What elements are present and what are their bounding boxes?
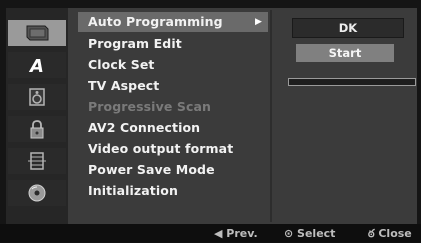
menu-item-video-output-format[interactable]: Video output format — [78, 139, 268, 159]
osd-screen: A Auto Programming ▶ Program Edit Clock … — [0, 0, 421, 242]
menu-item-label: Auto Programming — [88, 14, 223, 29]
hint-close: ఠ Close — [368, 227, 412, 240]
menu-item-label: Initialization — [88, 183, 178, 198]
menu-item-program-edit[interactable]: Program Edit — [78, 34, 268, 54]
menu-item-clock-set[interactable]: Clock Set — [78, 55, 268, 75]
value-box[interactable]: DK — [292, 18, 404, 38]
film-icon — [28, 152, 46, 170]
sidebar-item-language[interactable]: A — [8, 52, 66, 78]
sidebar-item-disc[interactable] — [8, 180, 66, 206]
disc-tray-icon — [26, 25, 49, 41]
menu-item-label: Clock Set — [88, 57, 155, 72]
menu-item-label: Power Save Mode — [88, 162, 215, 177]
disc-icon — [28, 184, 46, 202]
start-button[interactable]: Start — [296, 44, 394, 62]
hint-prev: ◀ Prev. — [214, 227, 258, 240]
settings-menu: Auto Programming ▶ Program Edit Clock Se… — [78, 10, 268, 222]
menu-item-progressive-scan: Progressive Scan — [78, 97, 268, 117]
sidebar-item-lock[interactable] — [8, 116, 66, 142]
sidebar-item-general[interactable] — [8, 20, 66, 46]
menu-item-label: TV Aspect — [88, 78, 160, 93]
menu-item-label: Video output format — [88, 141, 234, 156]
menu-item-initialization[interactable]: Initialization — [78, 181, 268, 201]
menu-item-label: Progressive Scan — [88, 99, 211, 114]
menu-item-power-save-mode[interactable]: Power Save Mode — [78, 160, 268, 180]
menu-item-label: Program Edit — [88, 36, 182, 51]
menu-item-auto-programming[interactable]: Auto Programming ▶ — [78, 12, 268, 32]
menu-item-label: AV2 Connection — [88, 120, 201, 135]
lock-icon — [30, 120, 44, 139]
menu-item-av2-connection[interactable]: AV2 Connection — [78, 118, 268, 138]
sidebar-item-audio[interactable] — [8, 84, 66, 110]
pane-divider — [270, 10, 272, 222]
option-pane: DK Start — [274, 10, 417, 222]
scan-progress-bar — [288, 78, 416, 86]
footer-bar — [0, 224, 421, 242]
hint-select: ⊙ Select — [284, 227, 336, 240]
category-sidebar: A — [6, 8, 68, 224]
speaker-icon — [29, 88, 45, 106]
submenu-arrow-icon: ▶ — [254, 17, 262, 27]
svg-text:A: A — [28, 56, 44, 75]
menu-item-tv-aspect[interactable]: TV Aspect — [78, 76, 268, 96]
sidebar-item-recording[interactable] — [8, 148, 66, 174]
language-a-icon: A — [28, 56, 44, 75]
